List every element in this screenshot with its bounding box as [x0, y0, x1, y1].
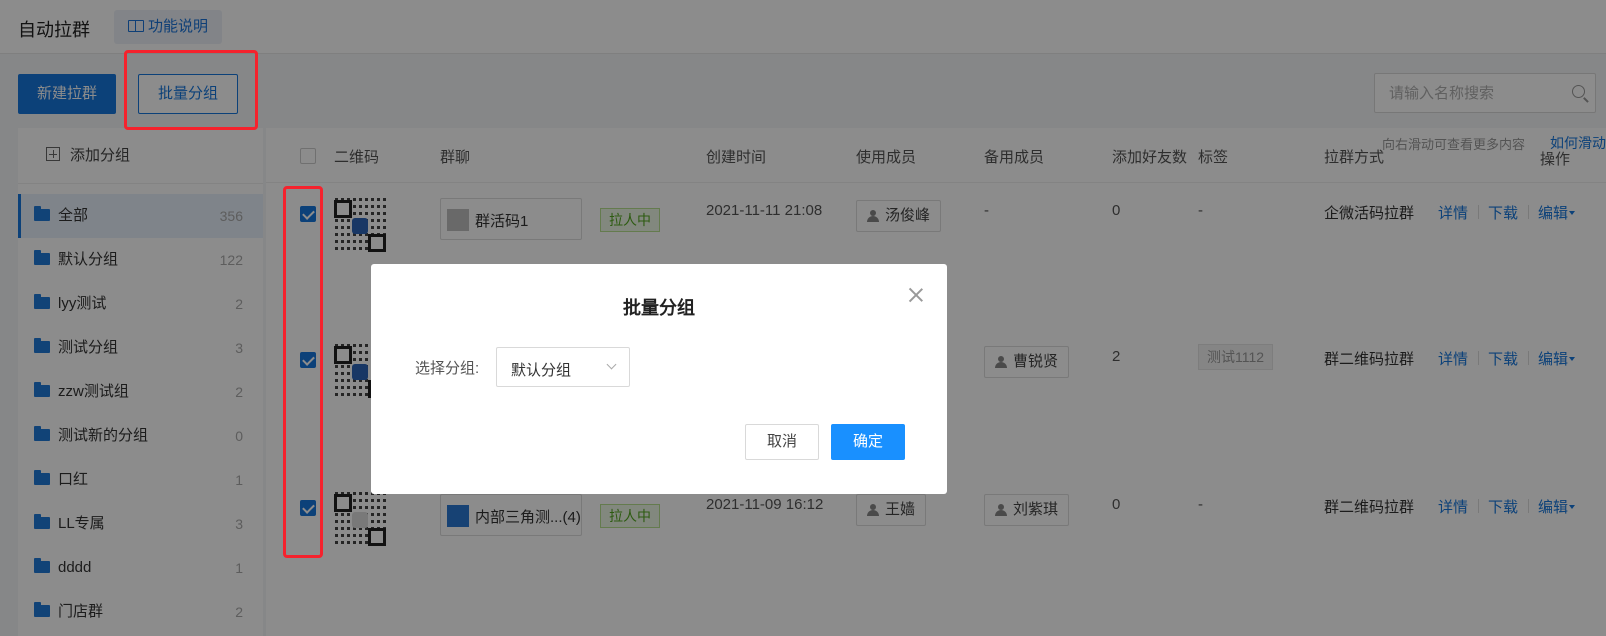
group-select-value: 默认分组: [511, 362, 572, 379]
dialog-title: 批量分组: [623, 298, 695, 318]
highlight-box-checkboxes: [283, 186, 323, 558]
select-group-label: 选择分组:: [415, 360, 480, 377]
confirm-button[interactable]: 确定: [831, 424, 905, 460]
cancel-button[interactable]: 取消: [745, 424, 819, 460]
highlight-box-batch-button: [124, 50, 258, 130]
group-select[interactable]: 默认分组: [496, 347, 630, 387]
batch-group-dialog: 批量分组 选择分组: 默认分组 取消 确定: [371, 264, 947, 494]
close-icon[interactable]: [905, 284, 927, 306]
chevron-down-icon: [606, 359, 617, 370]
